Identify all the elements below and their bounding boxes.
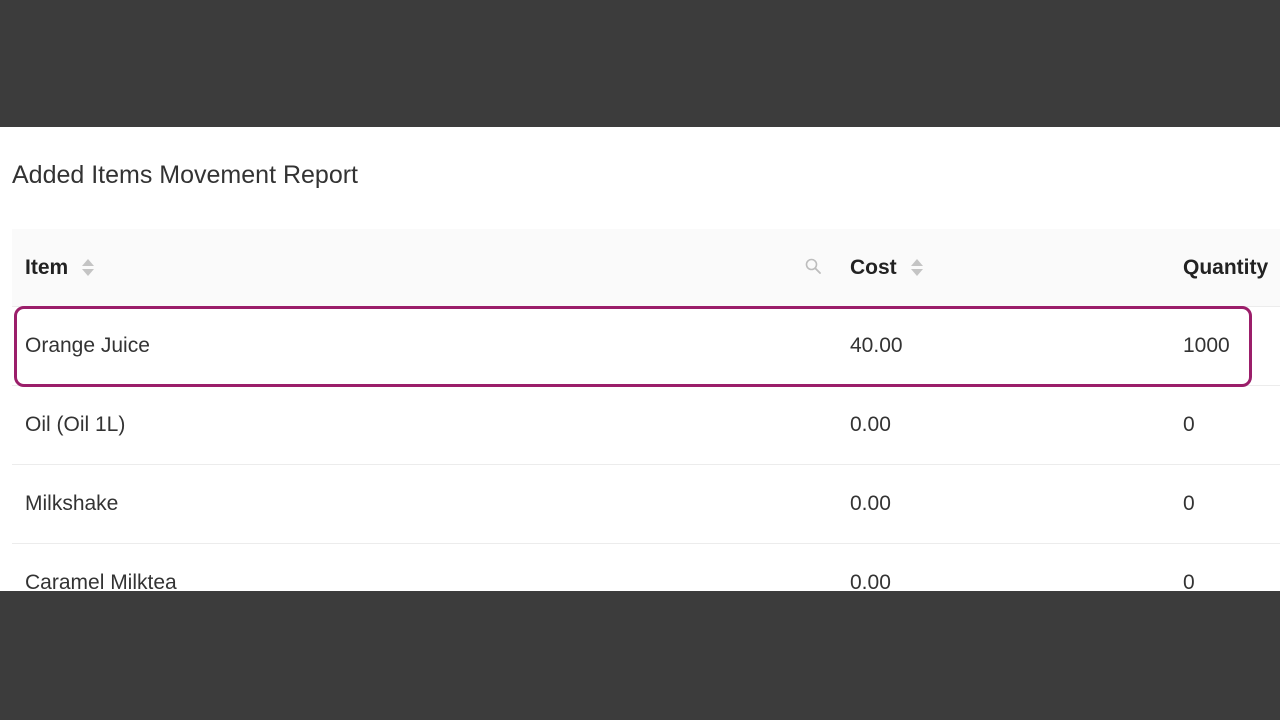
column-header-item[interactable]: Item bbox=[25, 229, 95, 306]
column-header-cost[interactable]: Cost bbox=[850, 229, 923, 306]
sort-descending-icon bbox=[82, 268, 95, 276]
cell-cost: 40.00 bbox=[850, 334, 903, 357]
cell-quantity: 0 bbox=[1183, 413, 1195, 436]
cell-cost: 0.00 bbox=[850, 413, 891, 436]
cell-item: Milkshake bbox=[25, 492, 119, 515]
table-row[interactable]: Oil (Oil 1L) 0.00 0 bbox=[12, 386, 1280, 465]
sort-ascending-icon bbox=[910, 258, 923, 266]
sort-icon[interactable] bbox=[910, 257, 923, 279]
table-row[interactable]: Milkshake 0.00 0 bbox=[12, 465, 1280, 544]
report-panel: Added Items Movement Report Item Cost Qu… bbox=[0, 127, 1280, 591]
report-table: Item Cost Quantity Orange Juice 40.00 10… bbox=[12, 229, 1280, 591]
column-header-item-label: Item bbox=[25, 255, 69, 279]
table-header: Item Cost Quantity bbox=[12, 229, 1280, 307]
sort-descending-icon bbox=[910, 268, 923, 276]
cell-item: Oil (Oil 1L) bbox=[25, 413, 126, 436]
search-icon[interactable] bbox=[805, 258, 821, 274]
cell-item: Caramel Milktea bbox=[25, 571, 177, 591]
column-header-quantity[interactable]: Quantity bbox=[1183, 229, 1268, 306]
page-title: Added Items Movement Report bbox=[12, 161, 358, 189]
cell-item: Orange Juice bbox=[25, 334, 150, 357]
sort-icon[interactable] bbox=[82, 257, 95, 279]
cell-quantity: 1000 bbox=[1183, 334, 1230, 357]
cell-cost: 0.00 bbox=[850, 492, 891, 515]
table-row[interactable]: Caramel Milktea 0.00 0 bbox=[12, 544, 1280, 591]
column-header-cost-label: Cost bbox=[850, 255, 897, 279]
cell-cost: 0.00 bbox=[850, 571, 891, 591]
cell-quantity: 0 bbox=[1183, 492, 1195, 515]
column-header-quantity-label: Quantity bbox=[1183, 255, 1269, 279]
table-row[interactable]: Orange Juice 40.00 1000 bbox=[12, 307, 1280, 386]
sort-ascending-icon bbox=[82, 258, 95, 266]
cell-quantity: 0 bbox=[1183, 571, 1195, 591]
